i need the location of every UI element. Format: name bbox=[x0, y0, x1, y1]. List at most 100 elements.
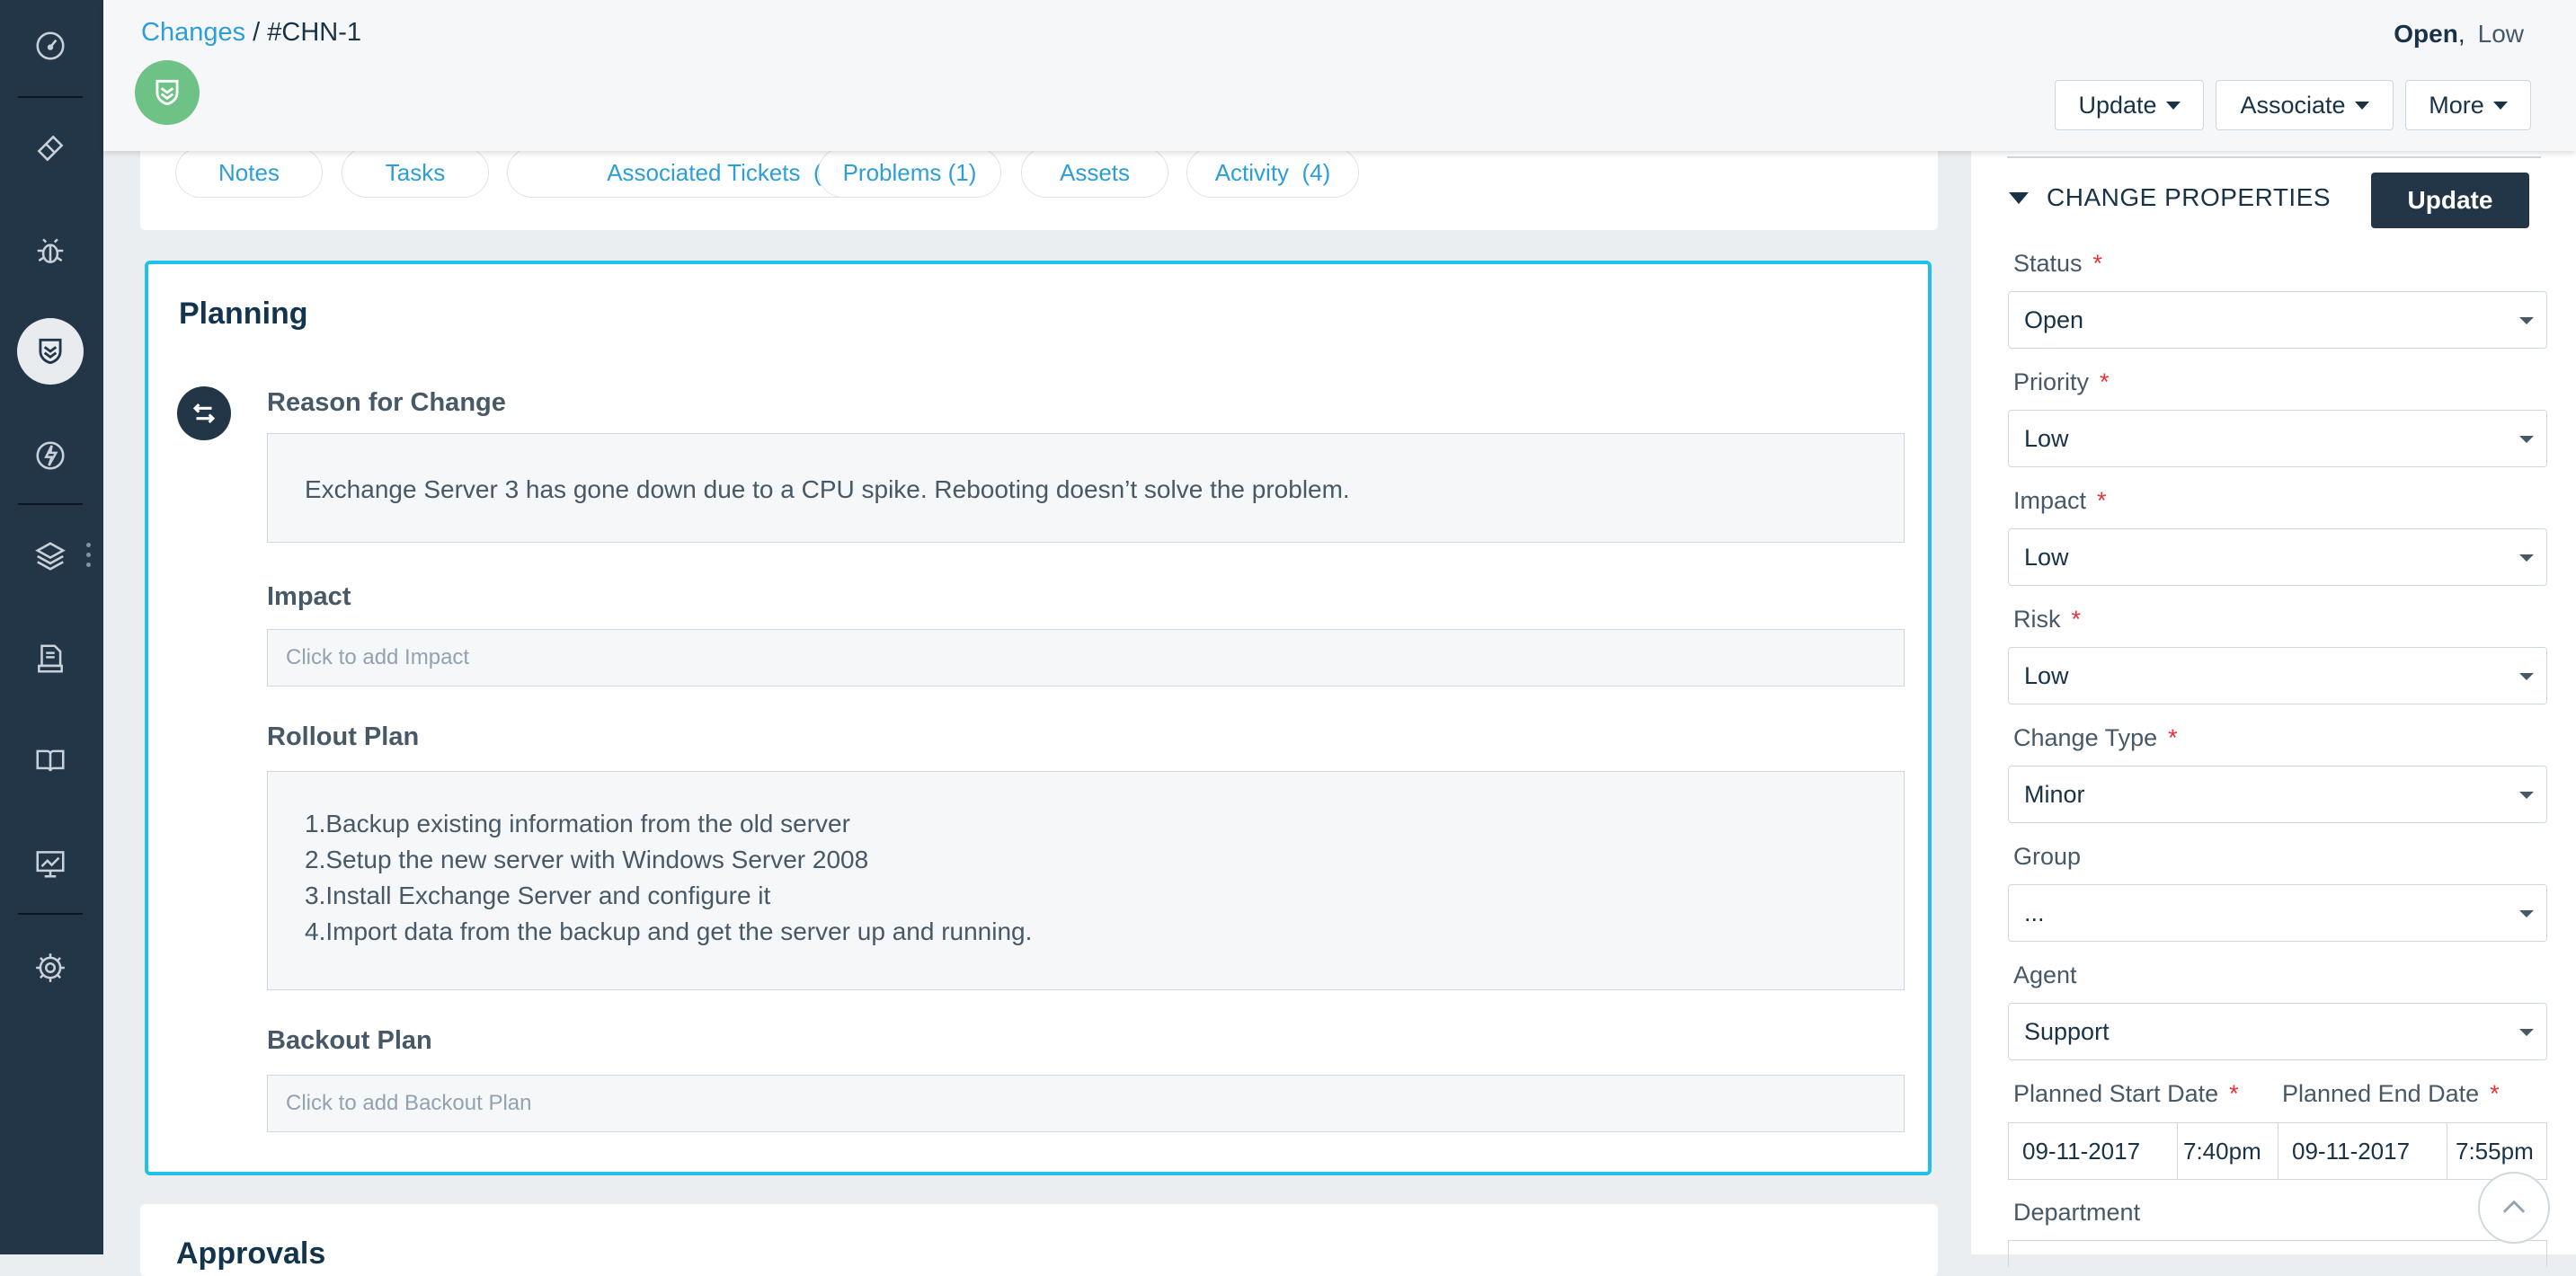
impact-field[interactable]: Click to add Impact bbox=[267, 629, 1905, 687]
nav-more-icon[interactable] bbox=[86, 543, 92, 570]
breadcrumb-changes-link[interactable]: Changes bbox=[141, 18, 245, 47]
department-label: Department bbox=[2013, 1199, 2141, 1226]
group-select-value: ... bbox=[2024, 899, 2045, 926]
tab-notes[interactable]: Notes bbox=[175, 147, 323, 198]
left-navigation bbox=[0, 0, 103, 1254]
chevron-down-icon bbox=[2519, 554, 2534, 562]
chevron-down-icon bbox=[2519, 910, 2534, 917]
chevron-down-icon bbox=[2519, 1029, 2534, 1036]
change-type-label-text: Change Type bbox=[2013, 724, 2158, 751]
planned-start-date-input[interactable]: 09-11-2017 bbox=[2009, 1123, 2178, 1179]
impact-select-value: Low bbox=[2024, 543, 2069, 571]
more-dropdown-button[interactable]: More bbox=[2405, 80, 2531, 130]
caret-down-icon bbox=[2354, 101, 2369, 110]
assets-icon[interactable] bbox=[17, 523, 84, 589]
associate-dropdown-label: Associate bbox=[2240, 91, 2346, 119]
status-select-value: Open bbox=[2024, 306, 2084, 333]
reason-text: Exchange Server 3 has gone down due to a… bbox=[305, 475, 1350, 503]
reports-icon[interactable] bbox=[17, 830, 84, 897]
risk-select-value: Low bbox=[2024, 661, 2069, 689]
planned-end-time-input[interactable]: 7:55pm bbox=[2447, 1123, 2546, 1179]
change-type-select[interactable]: Minor bbox=[2008, 766, 2547, 823]
backout-plan-label: Backout Plan bbox=[267, 1026, 432, 1055]
change-properties-panel: CHANGE PROPERTIES Update Status * Open Pr… bbox=[1971, 151, 2576, 1267]
impact-label: Impact bbox=[267, 582, 351, 611]
update-dropdown-button[interactable]: Update bbox=[2055, 80, 2204, 130]
update-properties-button[interactable]: Update bbox=[2371, 173, 2529, 228]
agent-select-value: Support bbox=[2024, 1017, 2110, 1045]
agent-select[interactable]: Support bbox=[2008, 1003, 2547, 1060]
releases-icon[interactable] bbox=[17, 422, 84, 489]
chevron-down-icon bbox=[2519, 673, 2534, 680]
status-select[interactable]: Open bbox=[2008, 291, 2547, 349]
status-separator: , bbox=[2457, 20, 2465, 48]
required-mark: * bbox=[2071, 606, 2082, 633]
tab-assets[interactable]: Assets bbox=[1021, 147, 1168, 198]
tab-problems[interactable]: Problems (1) bbox=[818, 147, 1001, 198]
breadcrumb: Changes / #CHN-1 bbox=[141, 18, 361, 48]
caret-down-icon bbox=[2165, 101, 2181, 110]
associate-dropdown-button[interactable]: Associate bbox=[2216, 80, 2394, 130]
planning-title: Planning bbox=[179, 297, 308, 331]
rollout-line: 1.Backup existing information from the o… bbox=[305, 810, 850, 837]
chevron-down-icon bbox=[2519, 436, 2534, 443]
required-mark: * bbox=[2092, 250, 2103, 277]
tab-tasks[interactable]: Tasks bbox=[342, 147, 489, 198]
agent-label: Agent bbox=[2013, 961, 2077, 989]
priority-value: Low bbox=[2477, 20, 2524, 48]
planned-start-time-input[interactable]: 7:40pm bbox=[2178, 1123, 2278, 1179]
caret-down-icon bbox=[2492, 101, 2508, 110]
tickets-icon[interactable] bbox=[17, 115, 84, 182]
chevron-down-icon bbox=[2519, 792, 2534, 799]
risk-label: Risk * bbox=[2013, 606, 2081, 634]
change-type-label: Change Type * bbox=[2013, 724, 2178, 752]
planned-start-label: Planned Start Date * bbox=[2013, 1080, 2239, 1108]
required-mark: * bbox=[2490, 1080, 2500, 1107]
rollout-line: 2.Setup the new server with Windows Serv… bbox=[305, 846, 869, 873]
risk-label-text: Risk bbox=[2013, 606, 2061, 633]
risk-select[interactable]: Low bbox=[2008, 647, 2547, 704]
change-properties-toggle[interactable]: CHANGE PROPERTIES bbox=[2009, 183, 2331, 212]
changes-icon[interactable] bbox=[17, 318, 84, 385]
impact-select[interactable]: Low bbox=[2008, 528, 2547, 586]
panel-divider bbox=[2007, 156, 2541, 158]
priority-select[interactable]: Low bbox=[2008, 410, 2547, 467]
collapse-triangle-icon bbox=[2009, 191, 2029, 204]
required-mark: * bbox=[2100, 368, 2110, 395]
group-label-text: Group bbox=[2013, 843, 2082, 870]
rollout-plan-label: Rollout Plan bbox=[267, 722, 420, 751]
status-value: Open bbox=[2394, 20, 2458, 48]
planned-end-date-input[interactable]: 09-11-2017 bbox=[2278, 1123, 2447, 1179]
swap-arrows-icon bbox=[177, 386, 231, 440]
status-label: Status * bbox=[2013, 250, 2102, 278]
rollout-line: 4.Import data from the backup and get th… bbox=[305, 917, 1033, 945]
more-dropdown-label: More bbox=[2429, 91, 2484, 119]
priority-label: Priority * bbox=[2013, 368, 2110, 396]
required-mark: * bbox=[2168, 724, 2178, 751]
contracts-icon[interactable] bbox=[17, 625, 84, 692]
priority-select-value: Low bbox=[2024, 424, 2069, 452]
impact-label-text: Impact bbox=[2013, 487, 2087, 514]
ticket-status-summary: Open, Low bbox=[2394, 20, 2524, 49]
nav-divider bbox=[18, 96, 83, 98]
settings-icon[interactable] bbox=[17, 935, 84, 1001]
department-select[interactable] bbox=[2008, 1240, 2547, 1267]
problems-icon[interactable] bbox=[17, 217, 84, 284]
tab-activity[interactable]: Activity (4) bbox=[1186, 147, 1359, 198]
rollout-plan-text[interactable]: 1.Backup existing information from the o… bbox=[267, 771, 1905, 990]
backout-plan-field[interactable]: Click to add Backout Plan bbox=[267, 1075, 1905, 1132]
group-label: Group bbox=[2013, 843, 2081, 871]
planned-end-label: Planned End Date * bbox=[2282, 1080, 2500, 1108]
dashboard-icon[interactable] bbox=[17, 13, 84, 79]
breadcrumb-separator: / bbox=[253, 18, 261, 47]
planned-end-label-text: Planned End Date bbox=[2282, 1080, 2480, 1107]
group-select[interactable]: ... bbox=[2008, 884, 2547, 942]
scroll-to-top-button[interactable] bbox=[2478, 1172, 2550, 1244]
planned-start-label-text: Planned Start Date bbox=[2013, 1080, 2219, 1107]
solutions-icon[interactable] bbox=[17, 728, 84, 794]
chevron-down-icon bbox=[2519, 317, 2534, 324]
status-label-text: Status bbox=[2013, 250, 2083, 277]
agent-label-text: Agent bbox=[2013, 961, 2077, 988]
reason-for-change-text[interactable]: Exchange Server 3 has gone down due to a… bbox=[267, 433, 1905, 543]
required-mark: * bbox=[2097, 487, 2107, 514]
